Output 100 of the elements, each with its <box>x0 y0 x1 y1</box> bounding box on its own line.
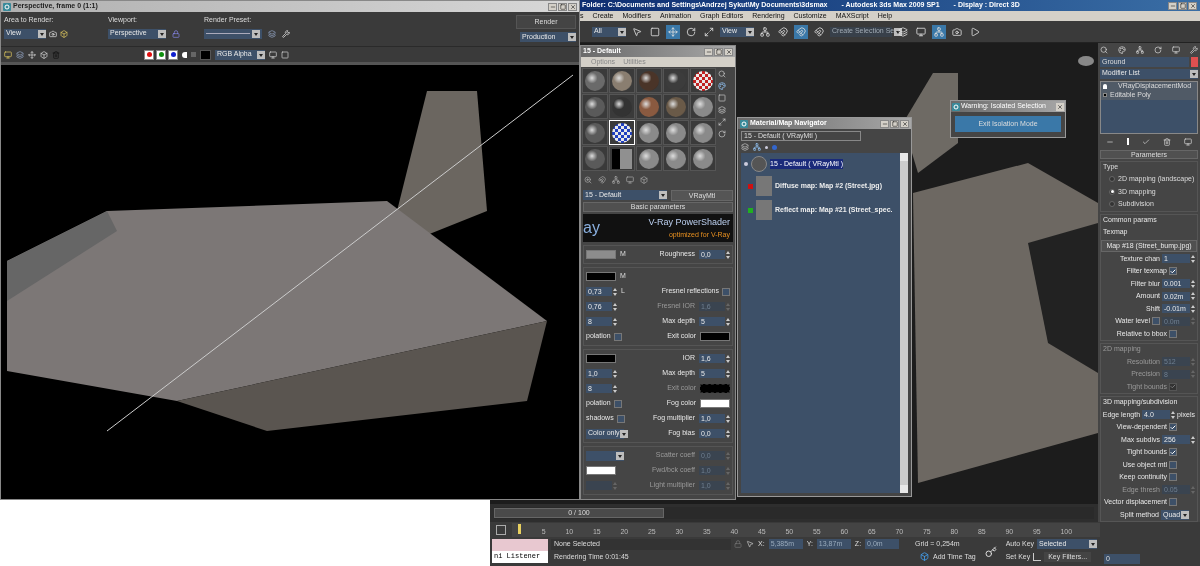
spinner-arrows-icon[interactable] <box>1191 254 1195 263</box>
palette-icon[interactable] <box>718 82 726 90</box>
layers-icon[interactable] <box>896 24 910 39</box>
box-icon[interactable] <box>640 176 648 184</box>
motion-icon[interactable] <box>1154 45 1162 54</box>
layers-icon[interactable] <box>718 106 726 114</box>
schematic-icon[interactable] <box>932 24 946 39</box>
radio-button[interactable] <box>1109 188 1115 195</box>
close-button[interactable] <box>900 119 909 128</box>
color-swatch[interactable] <box>586 466 616 475</box>
tangent-icon[interactable] <box>1033 552 1042 561</box>
move-icon[interactable] <box>666 24 680 39</box>
monitor-icon[interactable] <box>4 50 12 59</box>
checkbox[interactable] <box>1169 423 1177 432</box>
material-sample-slot[interactable] <box>636 120 662 145</box>
material-sample-slot[interactable] <box>582 146 608 171</box>
color-swatch[interactable] <box>586 250 616 259</box>
material-sample-slot[interactable] <box>582 68 608 93</box>
object-color-swatch[interactable] <box>1191 56 1198 67</box>
material-sample-slot[interactable] <box>636 146 662 171</box>
spinner-arrows-icon[interactable] <box>1191 292 1195 301</box>
color-swatch[interactable] <box>586 354 616 363</box>
script-input-field[interactable] <box>492 539 548 551</box>
dropdown[interactable] <box>586 450 624 461</box>
rotate-icon[interactable] <box>718 130 726 138</box>
configure-icon[interactable] <box>1183 137 1192 146</box>
box-icon[interactable] <box>60 29 68 38</box>
frame-icon[interactable] <box>281 50 289 59</box>
checker-icon[interactable] <box>191 52 196 57</box>
spinner-arrows-icon[interactable] <box>1191 304 1195 313</box>
radio-button[interactable] <box>1109 176 1115 183</box>
scrollbar[interactable] <box>900 153 908 493</box>
spinner-arrows-icon[interactable] <box>613 384 617 393</box>
spinner-arrows-icon[interactable] <box>726 317 730 326</box>
key-icon[interactable] <box>984 546 997 558</box>
settings-icon[interactable] <box>282 29 290 38</box>
color-swatch[interactable] <box>200 49 211 60</box>
zoom-icon[interactable] <box>584 176 592 184</box>
maximize-button[interactable] <box>890 119 899 128</box>
checkbox[interactable] <box>613 332 622 341</box>
minimize-button[interactable] <box>548 2 557 11</box>
frame-icon[interactable] <box>718 94 726 102</box>
material-sample-slot[interactable] <box>690 146 716 171</box>
checkbox[interactable] <box>1169 460 1177 469</box>
close-button[interactable] <box>724 47 733 56</box>
material-sample-slot[interactable] <box>636 94 662 119</box>
list-view-icon[interactable] <box>741 143 749 151</box>
material-sample-slot[interactable] <box>663 146 689 171</box>
spinner-arrows-icon[interactable] <box>613 287 617 296</box>
close-button[interactable] <box>1056 102 1064 111</box>
maximize-button[interactable] <box>1178 1 1187 10</box>
color-swatch[interactable] <box>700 399 730 408</box>
pivot-icon[interactable] <box>758 24 772 39</box>
time-tag-icon[interactable] <box>920 552 929 562</box>
spinner-arrows-icon[interactable] <box>613 302 617 311</box>
maximize-icon[interactable] <box>718 118 726 126</box>
color-swatch[interactable] <box>700 332 730 341</box>
close-button[interactable] <box>568 2 577 11</box>
maximize-button[interactable] <box>558 2 567 11</box>
preset-dropdown[interactable] <box>204 28 262 39</box>
spinner-arrows-icon[interactable] <box>726 354 730 363</box>
camera-icon[interactable] <box>49 29 57 38</box>
radio-button[interactable] <box>1109 201 1115 208</box>
material-sample-slot[interactable] <box>663 94 689 119</box>
checkbox[interactable] <box>1169 448 1177 457</box>
spinner-arrows-icon[interactable] <box>726 250 730 259</box>
angle-snap-icon[interactable] <box>794 24 808 39</box>
tree-view-icon[interactable] <box>753 143 761 151</box>
close-button[interactable] <box>1188 1 1197 10</box>
palette-icon[interactable] <box>1118 45 1126 54</box>
material-sample-slot[interactable] <box>663 120 689 145</box>
checkbox[interactable] <box>722 287 730 296</box>
material-sample-slot[interactable] <box>690 94 716 119</box>
spinner-arrows-icon[interactable] <box>726 414 730 423</box>
display-icon[interactable] <box>626 176 634 184</box>
checkbox[interactable] <box>1169 267 1177 276</box>
search-icon[interactable] <box>1100 45 1108 54</box>
minimize-button[interactable] <box>1168 1 1177 10</box>
remove-modifier-icon[interactable] <box>1162 137 1171 146</box>
spinner-arrows-icon[interactable] <box>1191 279 1195 288</box>
checkbox[interactable] <box>1152 317 1160 326</box>
display-icon[interactable] <box>269 50 277 59</box>
spinner-arrows-icon[interactable] <box>726 369 730 378</box>
magnet-icon[interactable] <box>598 176 606 184</box>
spinner-arrows-icon[interactable] <box>1171 410 1176 419</box>
material-sample-slot[interactable] <box>690 68 716 93</box>
snap-icon[interactable] <box>776 24 790 39</box>
hierarchy-icon[interactable] <box>1136 45 1144 54</box>
material-sample-slot[interactable] <box>582 120 608 145</box>
key-mode-icon[interactable] <box>496 525 506 535</box>
mono-icon[interactable] <box>182 51 187 58</box>
color-swatch[interactable] <box>586 272 616 281</box>
spinner-arrows-icon[interactable] <box>613 317 617 326</box>
material-sample-slot[interactable] <box>690 120 716 145</box>
display-icon[interactable] <box>1172 45 1180 54</box>
material-sample-slot[interactable] <box>582 94 608 119</box>
spinner-arrows-icon[interactable] <box>726 429 730 438</box>
checkbox[interactable] <box>613 399 622 408</box>
checkbox[interactable] <box>1169 498 1177 507</box>
hierarchy-icon[interactable] <box>612 176 620 184</box>
